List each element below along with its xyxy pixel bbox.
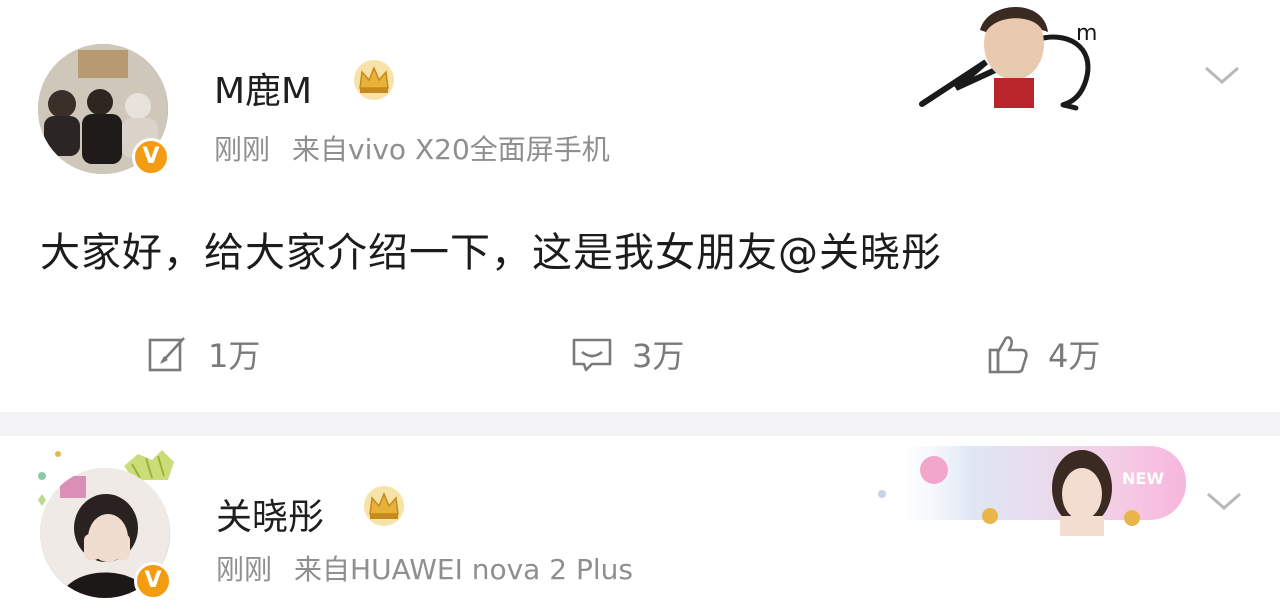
repost-count: 1万 bbox=[208, 337, 261, 375]
like-icon bbox=[988, 336, 1028, 374]
like-count: 4万 bbox=[1048, 337, 1101, 375]
post-source: 来自HUAWEI nova 2 Plus bbox=[294, 553, 633, 586]
chevron-down-icon[interactable] bbox=[1202, 62, 1242, 86]
comment-button[interactable]: 3万 bbox=[570, 332, 684, 376]
svg-text:NEW: NEW bbox=[1122, 469, 1164, 488]
post-source: 来自vivo X20全面屏手机 bbox=[292, 133, 610, 166]
svg-text:m: m bbox=[1076, 21, 1097, 46]
verified-badge-icon: V bbox=[134, 562, 172, 600]
crown-icon bbox=[354, 60, 394, 100]
card-decoration-image: m bbox=[919, 7, 1097, 111]
post-time: 刚刚 bbox=[216, 553, 273, 586]
post-time: 刚刚 bbox=[214, 133, 271, 166]
comment-count: 3万 bbox=[632, 337, 685, 375]
card-decoration-image: NEW bbox=[878, 446, 1186, 536]
verified-badge-icon: V bbox=[132, 138, 170, 176]
comment-icon bbox=[572, 338, 612, 372]
username[interactable]: 关晓彤 bbox=[216, 488, 324, 540]
like-button[interactable]: 4万 bbox=[986, 332, 1100, 376]
crown-icon bbox=[364, 486, 404, 526]
username[interactable]: M鹿M bbox=[214, 62, 312, 114]
chevron-down-icon[interactable] bbox=[1204, 488, 1244, 512]
repost-icon bbox=[148, 337, 185, 372]
repost-button[interactable]: 1万 bbox=[146, 332, 260, 376]
post-body-text: 大家好，给大家介绍一下，这是我女朋友@关晓彤 bbox=[40, 230, 942, 276]
post-meta: 刚刚 来自HUAWEI nova 2 Plus bbox=[216, 548, 633, 588]
post-meta: 刚刚 来自vivo X20全面屏手机 bbox=[214, 128, 610, 168]
weibo-post-card: V M鹿M 刚刚 来自vivo X20全面屏手机 m 大家好，给大家介绍一下，这是… bbox=[0, 0, 1280, 412]
